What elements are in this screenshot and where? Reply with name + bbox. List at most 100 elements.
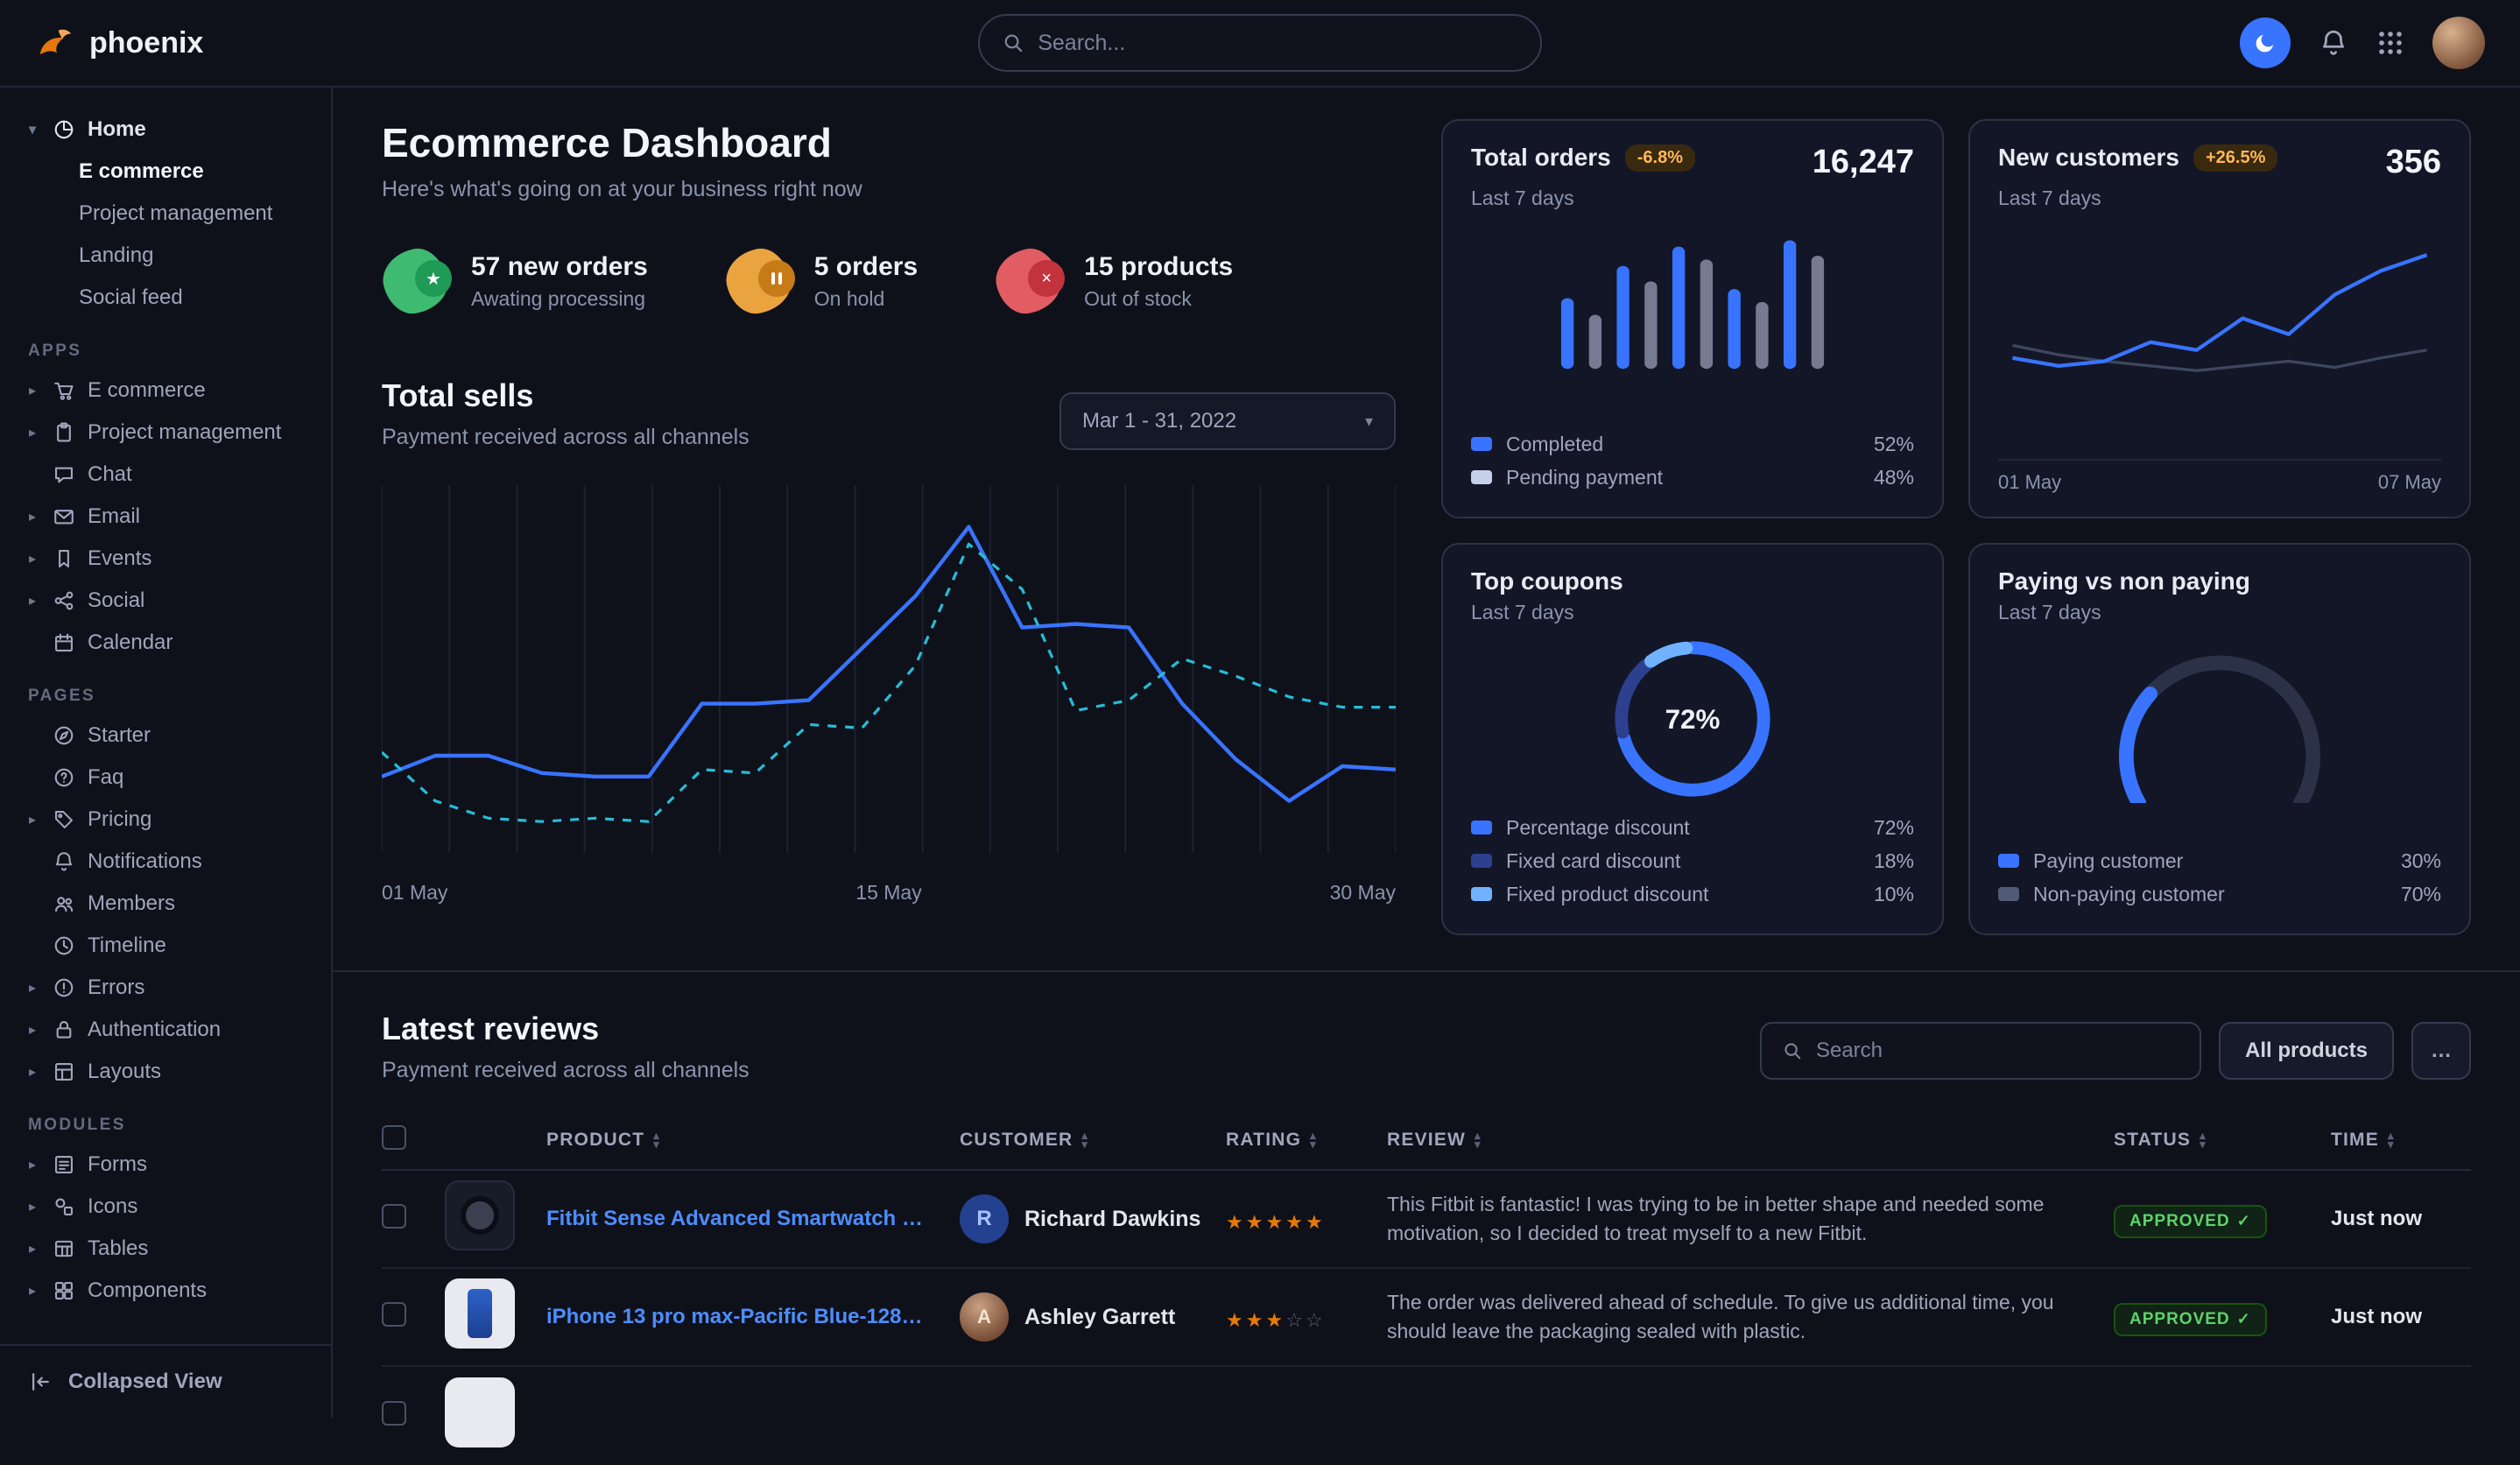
brand[interactable]: phoenix [35, 23, 203, 63]
sidebar-item-components[interactable]: ▸Components [25, 1270, 317, 1312]
sidebar-item-calendar[interactable]: Calendar [25, 622, 317, 664]
sidebar-item-social[interactable]: ▸Social [25, 580, 317, 622]
caret-icon: ▸ [25, 811, 40, 828]
card-title: Top coupons [1471, 567, 1914, 595]
product-link[interactable]: iPhone 13 pro max-Pacific Blue-128GB sto… [546, 1305, 960, 1329]
legend-item: Percentage discount 72% [1471, 811, 1914, 844]
collapsed-view-label: Collapsed View [68, 1370, 222, 1394]
column-rating[interactable]: RATING▴▾ [1226, 1130, 1387, 1151]
product-image[interactable] [445, 1377, 515, 1447]
legend-value: 48% [1874, 466, 1914, 490]
total-sells-chart-svg [382, 475, 1396, 869]
legend-bullet [1471, 854, 1492, 868]
sidebar-item-faq[interactable]: Faq [25, 757, 317, 799]
legend-label: Fixed card discount [1506, 849, 1680, 873]
legend-value: 52% [1874, 433, 1914, 456]
sidebar-item-pricing[interactable]: ▸ Pricing [25, 799, 317, 841]
sidebar-item-email[interactable]: ▸Email [25, 496, 317, 538]
collapsed-view-toggle[interactable]: Collapsed View [0, 1344, 331, 1418]
sidebar-item-chat[interactable]: Chat [25, 454, 317, 496]
sidebar-item-label: Authentication [88, 1018, 221, 1042]
sidebar-item-landing[interactable]: Landing [25, 235, 317, 277]
sidebar-item-timeline[interactable]: Timeline [25, 925, 317, 967]
card-value: 356 [2386, 144, 2441, 181]
reviews-search-input[interactable] [1816, 1039, 2179, 1063]
customer-cell[interactable]: RRichard Dawkins [960, 1194, 1226, 1243]
sidebar-item-events[interactable]: ▸Events [25, 538, 317, 580]
legend-item: Non-paying customer 70% [1998, 877, 2441, 911]
stat-item: 5 orders On hold [725, 248, 918, 314]
sidebar-item-label: Pricing [88, 807, 151, 832]
total-sells-title: Total sells [382, 377, 750, 414]
sidebar-item-authentication[interactable]: ▸Authentication [25, 1009, 317, 1051]
sidebar-item-project-management[interactable]: Project management [25, 193, 317, 235]
coupons-donut-chart: 72% [1471, 635, 1914, 803]
check-icon: ✓ [2237, 1212, 2251, 1230]
sidebar-item-label: Members [88, 891, 175, 916]
column-product[interactable]: PRODUCT▴▾ [546, 1130, 960, 1151]
column-review[interactable]: REVIEW▴▾ [1387, 1130, 2114, 1151]
theme-toggle-button[interactable] [2240, 18, 2291, 68]
legend-item: Paying customer 30% [1998, 844, 2441, 877]
date-range-select[interactable]: Mar 1 - 31, 2022 ▾ [1059, 392, 1396, 450]
more-options-button[interactable]: … [2411, 1022, 2471, 1080]
caret-icon: ▸ [25, 1156, 40, 1173]
card-title: Total orders [1471, 144, 1611, 172]
x-axis-label: 01 May [382, 881, 447, 905]
star-icon: ★ [1226, 1211, 1246, 1233]
card-period: Last 7 days [1998, 187, 2441, 210]
legend-bullet [1471, 887, 1492, 901]
sidebar-item-label: Social [88, 588, 144, 613]
sidebar-item-layouts[interactable]: ▸Layouts [25, 1051, 317, 1093]
sidebar-item-members[interactable]: Members [25, 883, 317, 925]
caret-icon: ▸ [25, 424, 40, 441]
sidebar-item-forms[interactable]: ▸Forms [25, 1144, 317, 1186]
column-time[interactable]: TIME▴▾ [2331, 1130, 2471, 1151]
notifications-button[interactable] [2319, 28, 2348, 58]
product-image[interactable] [445, 1180, 515, 1250]
sidebar-item-icons[interactable]: ▸Icons [25, 1186, 317, 1228]
sidebar-item-errors[interactable]: ▸Errors [25, 967, 317, 1009]
sidebar-item-e-commerce[interactable]: ▸E commerce [25, 370, 317, 412]
sidebar-item-label: Project management [88, 420, 281, 445]
stat-value: 57 new orders [471, 252, 648, 282]
sidebar-item-tables[interactable]: ▸Tables [25, 1228, 317, 1270]
sidebar-item-home[interactable]: ▾Home [25, 109, 317, 151]
sort-icon: ▴▾ [1081, 1131, 1088, 1149]
x-axis-label: 07 May [2378, 471, 2441, 494]
column-customer[interactable]: CUSTOMER▴▾ [960, 1130, 1226, 1151]
search-input[interactable] [1038, 31, 1517, 56]
pie-icon [53, 118, 75, 141]
stat-item: ★ 57 new orders Awating processing [382, 248, 648, 314]
x-axis-label: 15 May [855, 881, 921, 905]
sidebar-item-notifications[interactable]: Notifications [25, 841, 317, 883]
apps-grid-button[interactable] [2376, 29, 2404, 57]
row-checkbox[interactable] [382, 1204, 406, 1229]
bell-icon [2319, 28, 2348, 58]
user-avatar[interactable] [2432, 17, 2485, 69]
product-link[interactable]: Fitbit Sense Advanced Smartwatch with To… [546, 1207, 960, 1231]
sidebar-item-project-management[interactable]: ▸ Project management [25, 412, 317, 454]
star-icon: ★ [1265, 1309, 1285, 1331]
topbar-search[interactable] [978, 14, 1542, 72]
x-axis-label: 30 May [1330, 881, 1396, 905]
legend-label: Paying customer [2033, 849, 2183, 873]
clock-icon [53, 934, 75, 957]
column-status[interactable]: STATUS▴▾ [2114, 1130, 2331, 1151]
calendar-icon [53, 631, 75, 654]
all-products-button[interactable]: All products [2219, 1022, 2394, 1080]
legend-item: Fixed product discount 10% [1471, 877, 1914, 911]
sidebar-item-starter[interactable]: Starter [25, 715, 317, 757]
legend-label: Non-paying customer [2033, 883, 2225, 906]
row-checkbox[interactable] [382, 1401, 406, 1426]
sort-icon: ▴▾ [2388, 1131, 2395, 1149]
sidebar-item-e-commerce[interactable]: E commerce [25, 151, 317, 193]
reviews-search[interactable] [1760, 1022, 2201, 1080]
customer-cell[interactable]: AAshley Garrett [960, 1292, 1226, 1342]
sidebar-item-social-feed[interactable]: Social feed [25, 277, 317, 319]
product-image[interactable] [445, 1278, 515, 1349]
row-checkbox[interactable] [382, 1302, 406, 1327]
select-all-checkbox[interactable] [382, 1125, 406, 1150]
caret-icon: ▾ [25, 121, 40, 138]
star-icon: ★ [1265, 1211, 1285, 1233]
